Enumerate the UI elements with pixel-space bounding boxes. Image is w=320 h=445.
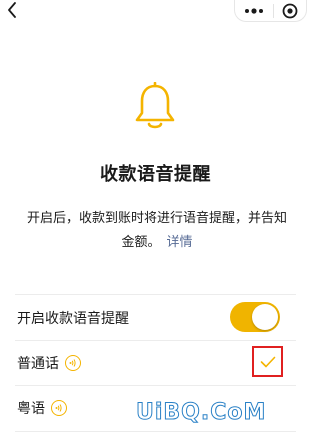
page: 收款语音提醒 开启后，收款到账时将进行语音提醒，并告知金额。 详情 开启收款语音提… bbox=[0, 0, 311, 445]
page-title: 收款语音提醒 bbox=[100, 164, 211, 185]
list-divider bbox=[15, 431, 296, 432]
list-divider bbox=[15, 294, 296, 295]
language-option-mandarin[interactable]: 普通话 bbox=[17, 341, 296, 385]
language-label: 粤语 bbox=[17, 401, 45, 417]
bell-icon bbox=[135, 82, 175, 129]
watermark: UiBQ.CoM bbox=[135, 400, 267, 426]
description-text: 开启后，收款到账时将进行语音提醒，并告知金额。 bbox=[26, 211, 287, 250]
more-button[interactable] bbox=[235, 0, 273, 22]
voice-reminder-toggle[interactable] bbox=[230, 302, 280, 332]
checkmark-icon bbox=[260, 356, 275, 367]
description: 开启后，收款到账时将进行语音提醒，并告知金额。 详情 bbox=[24, 207, 290, 255]
audio-preview-icon[interactable] bbox=[51, 400, 67, 416]
target-close-icon bbox=[282, 3, 298, 18]
mini-program-capsule bbox=[234, 0, 307, 22]
voice-reminder-label: 开启收款语音提醒 bbox=[17, 311, 129, 327]
selected-highlight-box bbox=[252, 346, 283, 377]
more-dots-icon bbox=[245, 7, 263, 14]
voice-reminder-row: 开启收款语音提醒 bbox=[17, 296, 296, 340]
detail-link[interactable]: 详情 bbox=[167, 235, 193, 250]
chevron-left-icon bbox=[8, 2, 16, 18]
close-button[interactable] bbox=[274, 0, 306, 22]
language-label: 普通话 bbox=[17, 356, 59, 372]
audio-preview-icon[interactable] bbox=[65, 355, 81, 371]
toggle-knob bbox=[252, 304, 278, 330]
back-button[interactable] bbox=[2, 0, 22, 20]
